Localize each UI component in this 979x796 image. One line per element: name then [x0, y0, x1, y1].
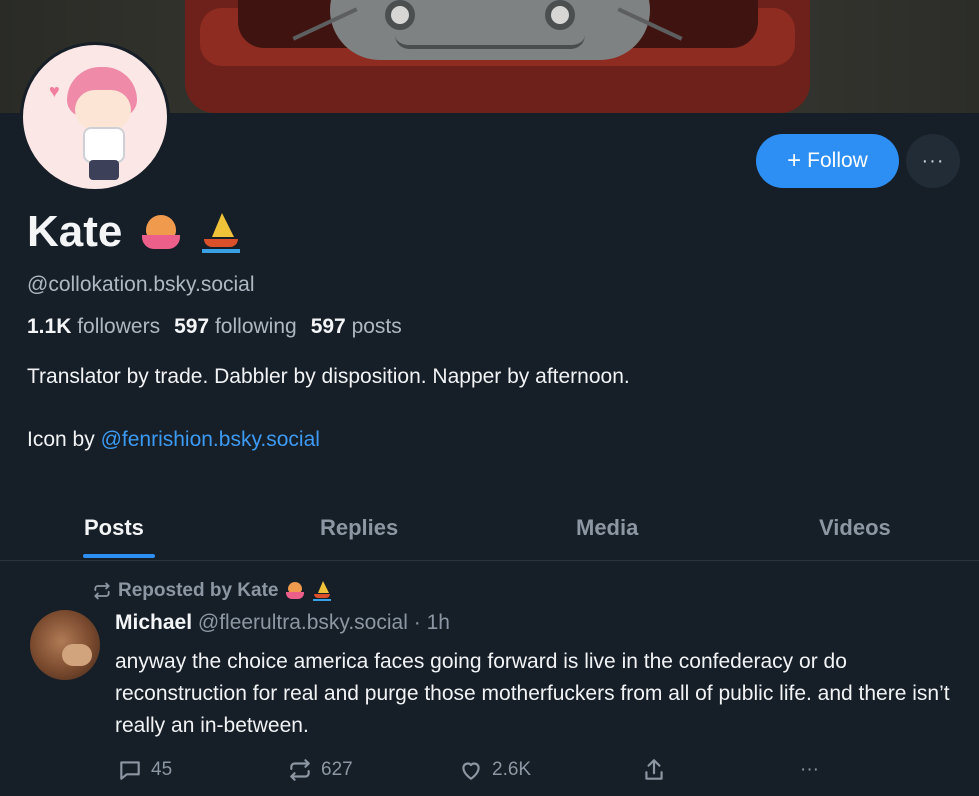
- tab-replies[interactable]: Replies: [320, 495, 398, 561]
- like-count: 2.6K: [492, 759, 532, 780]
- icon-credit: Icon by @fenrishion.bsky.social: [27, 428, 320, 451]
- repost-count: 627: [321, 759, 353, 780]
- reply-button[interactable]: 45: [117, 752, 172, 788]
- post-more-button[interactable]: ···: [800, 752, 819, 788]
- heart-icon: [462, 762, 480, 780]
- post-text: anyway the choice america faces going fo…: [115, 650, 950, 737]
- repost-indicator[interactable]: Reposted by Kate: [92, 580, 332, 602]
- plus-icon: +: [787, 147, 802, 174]
- repost-button[interactable]: 627: [287, 752, 353, 788]
- profile-stats: 1.1K followers 597 following 597 posts: [27, 315, 402, 339]
- active-tab-indicator: [83, 554, 155, 558]
- ellipsis-icon: ···: [800, 759, 819, 780]
- profile-tabs: Posts Replies Media Videos: [0, 495, 979, 561]
- repost-icon: [290, 759, 310, 781]
- post-actions: 45 627 2.6K ···: [0, 752, 979, 788]
- tab-media[interactable]: Media: [576, 495, 638, 561]
- follow-label: Follow: [807, 149, 868, 172]
- name-row: Kate: [27, 207, 242, 257]
- ellipsis-icon: ···: [921, 149, 945, 172]
- repost-label: Reposted by Kate: [118, 580, 279, 601]
- banner-frog: [330, 0, 650, 60]
- heart-icon: ♥: [49, 81, 60, 101]
- post-author-handle[interactable]: @fleerultra.bsky.social: [198, 611, 408, 634]
- profile-handle: @collokation.bsky.social: [27, 273, 255, 296]
- follow-button[interactable]: + Follow: [756, 134, 899, 188]
- share-button[interactable]: [641, 752, 667, 788]
- reply-icon: [120, 761, 140, 780]
- profile-more-button[interactable]: ···: [906, 134, 960, 188]
- display-name: Kate: [27, 207, 123, 256]
- profile-avatar[interactable]: ♥: [20, 42, 170, 192]
- profile-bio: Translator by trade. Dabbler by disposit…: [27, 365, 630, 388]
- post-time[interactable]: 1h: [427, 611, 450, 634]
- tab-videos[interactable]: Videos: [819, 495, 891, 561]
- octopus-icon: [284, 580, 306, 602]
- post-author-avatar[interactable]: [30, 610, 100, 680]
- repost-icon: [94, 582, 110, 600]
- post-header: Michael @fleerultra.bsky.social · 1h: [115, 611, 450, 634]
- sailboat-icon: [200, 209, 242, 255]
- profile-page: ♥ + Follow ··· Kate @collokation.bsky.so…: [0, 0, 979, 796]
- share-icon: [645, 759, 663, 780]
- posts-stat: 597 posts: [310, 315, 402, 338]
- sailboat-icon: [312, 580, 332, 602]
- icon-credit-link[interactable]: @fenrishion.bsky.social: [101, 428, 320, 451]
- octopus-icon: [138, 209, 184, 255]
- like-button[interactable]: 2.6K: [458, 752, 531, 788]
- followers-stat[interactable]: 1.1K followers: [27, 315, 160, 339]
- reply-count: 45: [151, 759, 173, 780]
- tab-posts[interactable]: Posts: [84, 495, 144, 561]
- following-stat[interactable]: 597 following: [174, 315, 297, 339]
- post-author-name[interactable]: Michael: [115, 611, 192, 634]
